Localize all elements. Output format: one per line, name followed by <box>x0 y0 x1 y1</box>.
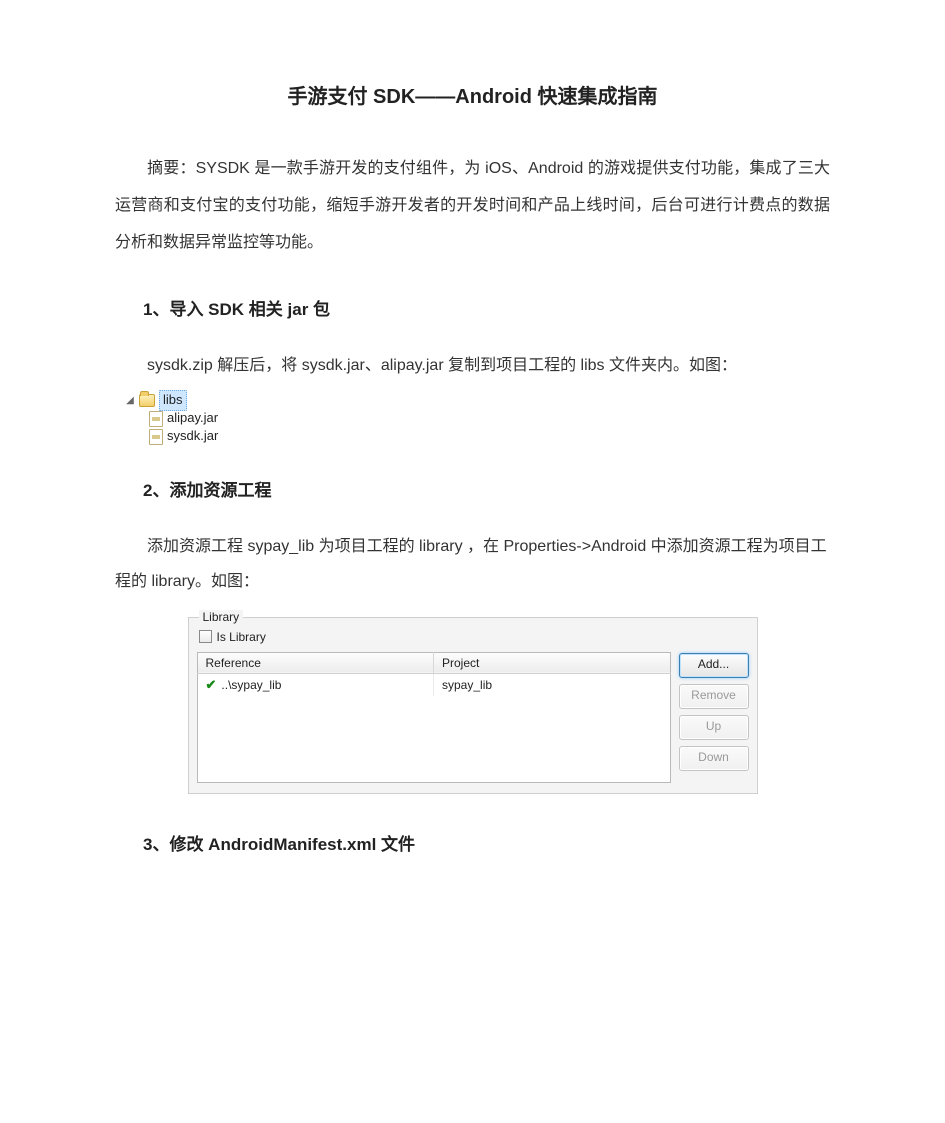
library-button-column: Add... Remove Up Down <box>679 652 749 783</box>
library-table-row[interactable]: ✔ ..\sypay_lib sypay_lib <box>197 673 670 696</box>
library-table[interactable]: Reference Project ✔ ..\sypay_lib <box>197 652 671 783</box>
libs-tree-view: ◢ libs alipay.jar sysdk.jar <box>125 392 830 446</box>
tree-file-label: sysdk.jar <box>167 427 218 446</box>
tree-folder-row[interactable]: ◢ libs <box>125 392 830 410</box>
library-groupbox: Library Is Library Reference Project <box>188 617 758 794</box>
tree-file-label: alipay.jar <box>167 409 218 428</box>
remove-button[interactable]: Remove <box>679 684 749 709</box>
is-library-row[interactable]: Is Library <box>199 630 749 644</box>
jar-file-icon <box>149 429 163 445</box>
check-icon: ✔ <box>206 678 217 691</box>
abstract-paragraph: 摘要：SYSDK 是一款手游开发的支付组件，为 iOS、Android 的游戏提… <box>115 151 830 261</box>
library-panel-figure: Library Is Library Reference Project <box>115 617 830 794</box>
document-page: 手游支付 SDK——Android 快速集成指南 摘要：SYSDK 是一款手游开… <box>0 0 945 1123</box>
section-2-heading: 2、添加资源工程 <box>143 476 830 501</box>
library-reference-cell: ..\sypay_lib <box>221 678 281 692</box>
section-1-heading: 1、导入 SDK 相关 jar 包 <box>143 295 830 320</box>
is-library-label: Is Library <box>217 630 266 644</box>
section-1-body-text: sysdk.zip 解压后，将 sysdk.jar、alipay.jar 复制到… <box>147 357 737 374</box>
library-groupbox-legend: Library <box>199 610 244 624</box>
library-col-reference[interactable]: Reference <box>197 652 434 673</box>
up-button[interactable]: Up <box>679 715 749 740</box>
tree-file-row[interactable]: alipay.jar <box>125 410 830 428</box>
jar-file-icon <box>149 411 163 427</box>
tree-expander-icon[interactable]: ◢ <box>125 396 135 406</box>
section-3-heading: 3、修改 AndroidManifest.xml 文件 <box>143 830 830 855</box>
tree-folder-label: libs <box>159 390 187 411</box>
folder-icon <box>139 394 155 407</box>
section-1-body: sysdk.zip 解压后，将 sysdk.jar、alipay.jar 复制到… <box>115 348 830 383</box>
library-table-wrap: Reference Project ✔ ..\sypay_lib <box>197 652 671 783</box>
abstract-text: 摘要：SYSDK 是一款手游开发的支付组件，为 iOS、Android 的游戏提… <box>115 160 830 251</box>
down-button[interactable]: Down <box>679 746 749 771</box>
add-button[interactable]: Add... <box>679 653 749 678</box>
library-table-empty-area <box>197 696 670 783</box>
library-col-project[interactable]: Project <box>434 652 671 673</box>
library-project-cell: sypay_lib <box>434 673 671 696</box>
tree-file-row[interactable]: sysdk.jar <box>125 428 830 446</box>
is-library-checkbox[interactable] <box>199 630 212 643</box>
document-title: 手游支付 SDK——Android 快速集成指南 <box>115 80 830 109</box>
section-2-body: 添加资源工程 sypay_lib 为项目工程的 library ，在 Prope… <box>115 529 830 599</box>
section-2-body-text: 添加资源工程 sypay_lib 为项目工程的 library ，在 Prope… <box>115 538 827 590</box>
